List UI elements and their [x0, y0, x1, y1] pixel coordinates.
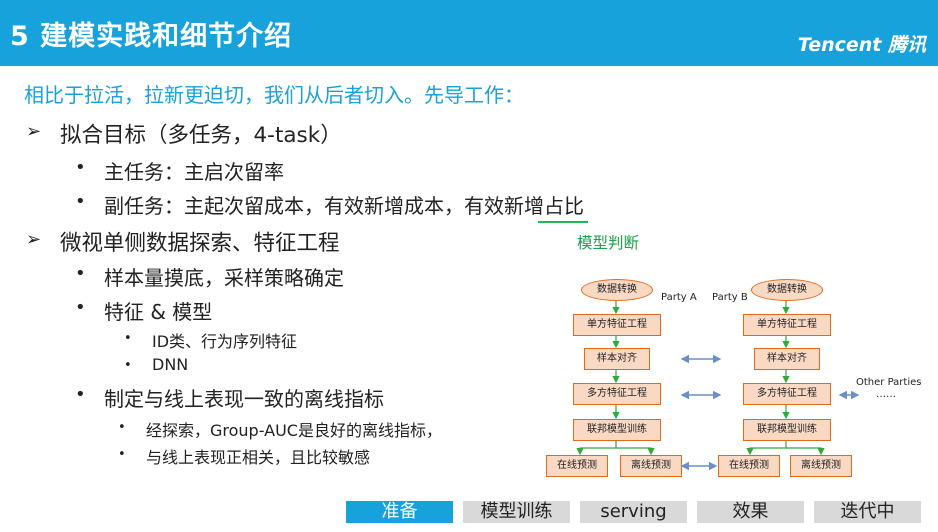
tab-prepare[interactable]: 准备: [346, 501, 453, 523]
party-a-node-multi-feature: 多方特征工程: [573, 383, 661, 405]
party-a-node-single-feature: 单方特征工程: [573, 314, 661, 336]
party-a-label: Party A: [661, 292, 697, 303]
party-b-label: Party B: [712, 292, 748, 303]
party-b-node-single-feature: 单方特征工程: [743, 314, 831, 336]
party-a-node-data-transform: 数据转换: [581, 279, 653, 301]
tab-iterating[interactable]: 迭代中: [814, 501, 921, 523]
other-parties-label: Other Parties: [856, 377, 922, 388]
tab-serving[interactable]: serving: [580, 501, 687, 523]
party-b-node-sample-align: 样本对齐: [754, 348, 820, 370]
party-b-leaf-offline: 离线预测: [790, 455, 852, 477]
party-b-leaf-online: 在线预测: [718, 455, 780, 477]
party-a-node-sample-align: 样本对齐: [584, 348, 650, 370]
bottom-nav: 准备 模型训练 serving 效果 迭代中: [0, 496, 938, 532]
party-a-leaf-offline: 离线预测: [620, 455, 682, 477]
party-b-node-data-transform: 数据转换: [751, 279, 823, 301]
other-parties-dots: ……: [876, 389, 896, 400]
tab-effect[interactable]: 效果: [697, 501, 804, 523]
party-b-node-multi-feature: 多方特征工程: [743, 383, 831, 405]
party-b-node-federated-train: 联邦模型训练: [743, 419, 831, 441]
tab-model-training[interactable]: 模型训练: [463, 501, 570, 523]
diagram-arrows: [576, 300, 860, 471]
party-a-leaf-online: 在线预测: [546, 455, 608, 477]
party-a-node-federated-train: 联邦模型训练: [573, 419, 661, 441]
